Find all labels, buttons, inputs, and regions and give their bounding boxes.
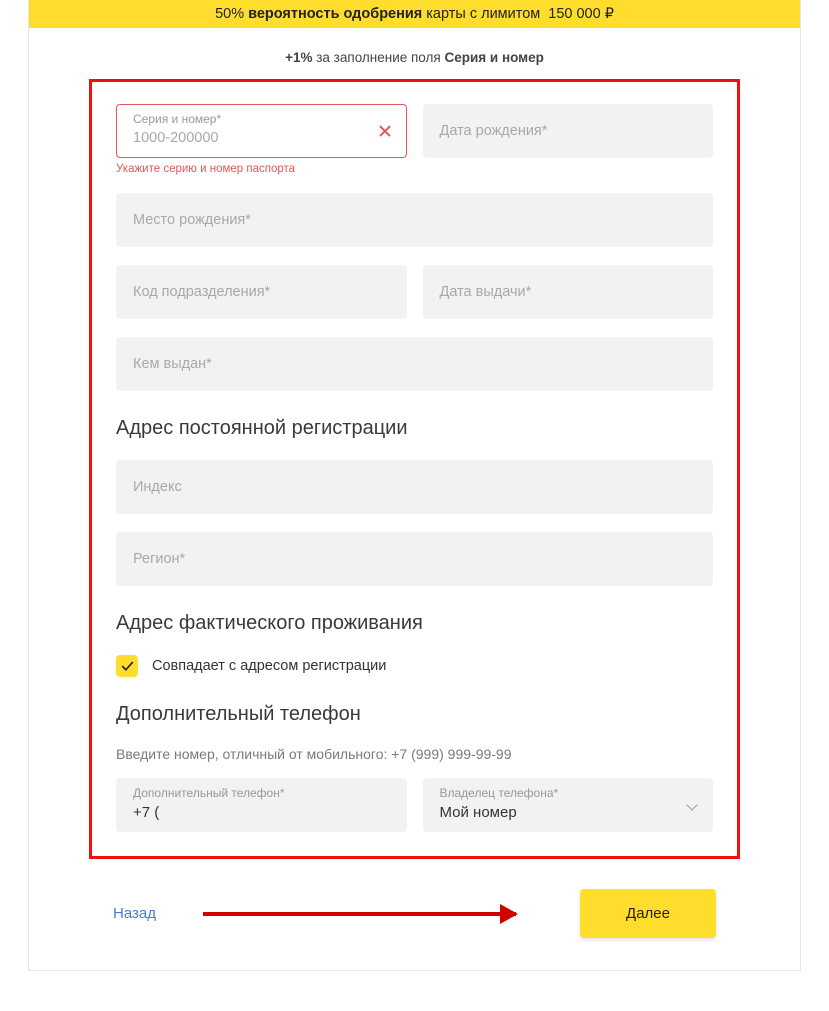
phone-owner-select[interactable]: Владелец телефона* Мой номер	[423, 778, 714, 832]
series-error: Укажите серию и номер паспорта	[116, 163, 407, 175]
chevron-down-icon	[686, 799, 698, 811]
banner-strong: вероятность одобрения	[248, 6, 422, 22]
approval-banner: 50% вероятность одобрения карты с лимито…	[29, 0, 800, 28]
region-placeholder: Регион*	[133, 551, 185, 567]
issue-date-placeholder: Дата выдачи*	[440, 284, 532, 300]
back-link[interactable]: Назад	[113, 905, 156, 922]
clear-icon[interactable]	[378, 124, 392, 138]
banner-amount: 150 000 ₽	[548, 6, 614, 22]
section-registration-address: Адрес постоянной регистрации	[116, 417, 713, 440]
banner-percent: 50%	[215, 6, 244, 22]
issued-by-input[interactable]: Кем выдан*	[116, 337, 713, 391]
birth-place-placeholder: Место рождения*	[133, 212, 251, 228]
additional-phone-value: +7 (	[133, 804, 159, 821]
region-input[interactable]: Регион*	[116, 532, 713, 586]
next-button[interactable]: Далее	[580, 889, 716, 938]
issue-date-input[interactable]: Дата выдачи*	[423, 265, 714, 319]
birth-date-placeholder: Дата рождения*	[440, 123, 548, 139]
phone-owner-label: Владелец телефона*	[440, 786, 559, 800]
bonus-hint: +1% за заполнение поля Серия и номер	[29, 28, 800, 75]
phone-hint: Введите номер, отличный от мобильного: +…	[116, 746, 713, 762]
series-label: Серия и номер*	[133, 112, 221, 126]
phone-owner-value: Мой номер	[440, 804, 517, 821]
annotation-arrow	[203, 912, 516, 916]
dept-code-placeholder: Код подразделения*	[133, 284, 270, 300]
check-icon	[121, 660, 134, 673]
nav-row: Назад Далее	[113, 889, 716, 938]
postal-placeholder: Индекс	[133, 479, 182, 495]
birth-date-input[interactable]: Дата рождения*	[423, 104, 714, 158]
postal-input[interactable]: Индекс	[116, 460, 713, 514]
series-number-input[interactable]: Серия и номер* 1000-200000	[116, 104, 407, 158]
same-address-checkbox[interactable]	[116, 655, 138, 677]
bonus-text: за заполнение поля	[316, 50, 440, 65]
series-placeholder: 1000-200000	[133, 130, 218, 146]
dept-code-input[interactable]: Код подразделения*	[116, 265, 407, 319]
additional-phone-label: Дополнительный телефон*	[133, 786, 285, 800]
issued-by-placeholder: Кем выдан*	[133, 356, 212, 372]
banner-tail: карты с лимитом	[426, 6, 540, 22]
bonus-field-name: Серия и номер	[444, 50, 543, 65]
birth-place-input[interactable]: Место рождения*	[116, 193, 713, 247]
section-actual-address: Адрес фактического проживания	[116, 612, 713, 635]
section-additional-phone: Дополнительный телефон	[116, 703, 713, 726]
same-address-label: Совпадает с адресом регистрации	[152, 658, 386, 674]
bonus-percent: +1%	[285, 50, 312, 65]
form-highlight-box: Серия и номер* 1000-200000 Укажите серию…	[89, 79, 740, 859]
additional-phone-input[interactable]: Дополнительный телефон* +7 (	[116, 778, 407, 832]
